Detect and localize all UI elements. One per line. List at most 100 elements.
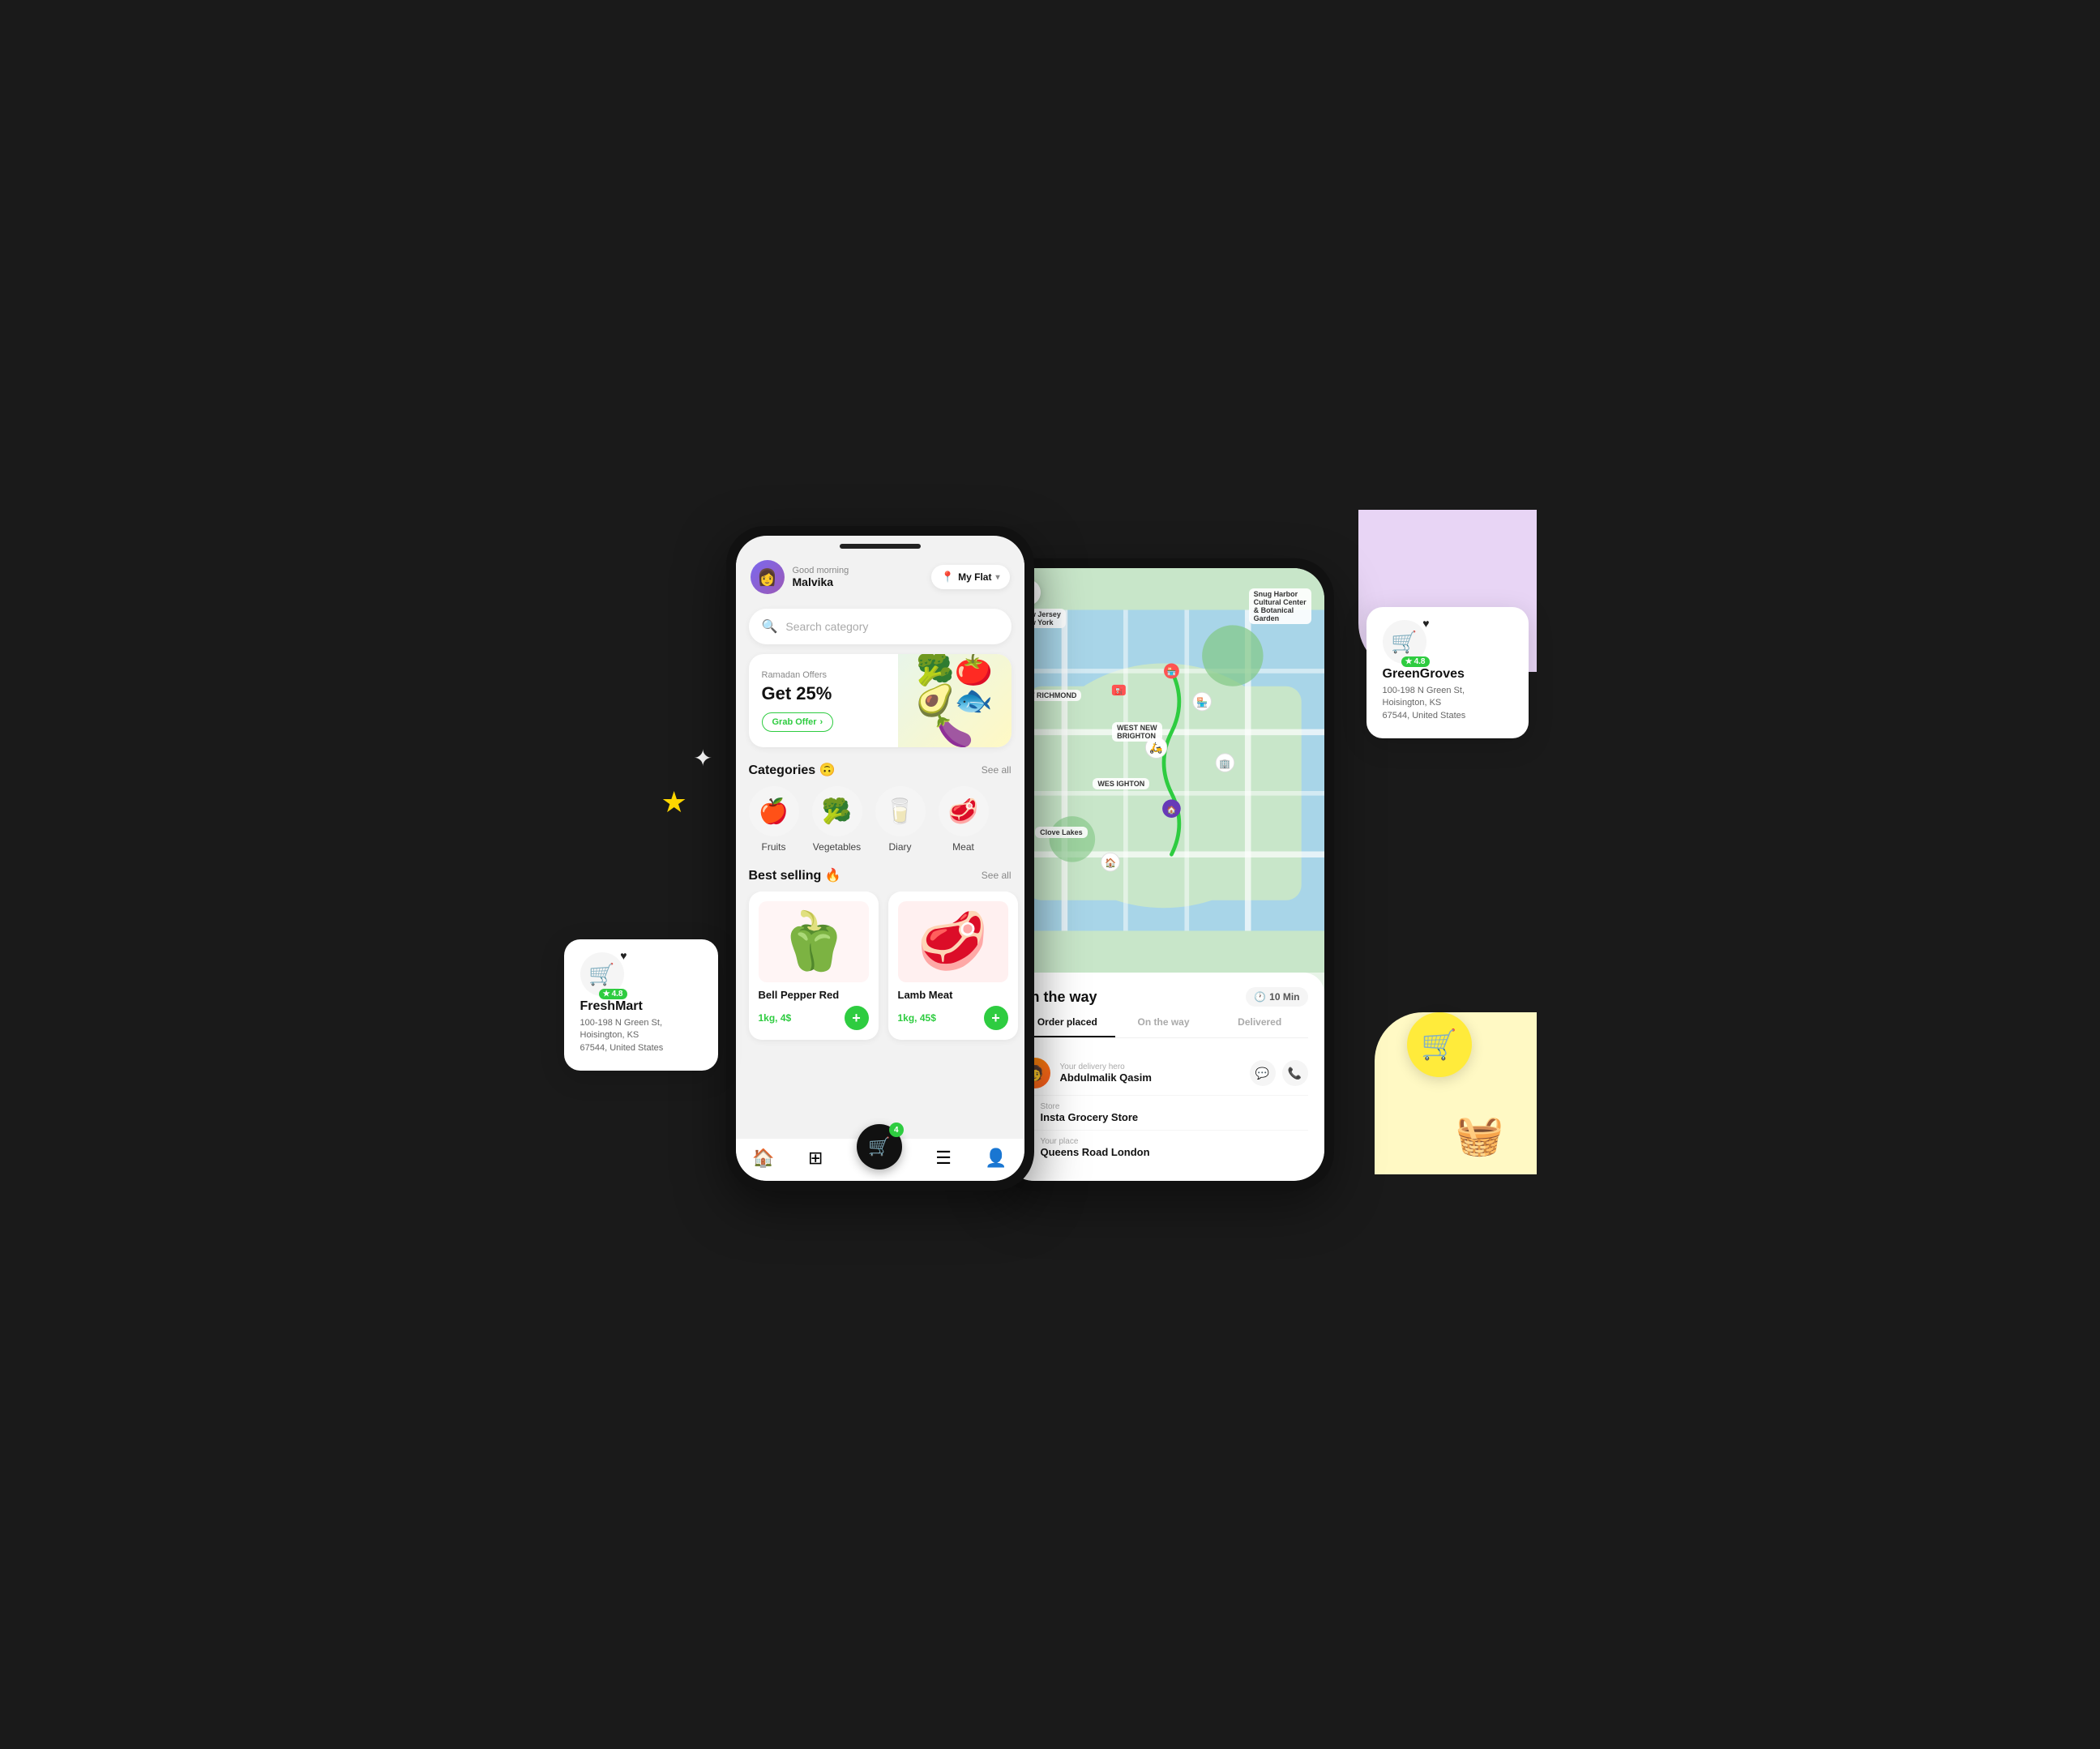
map-label-west-new-brighton: WEST NEWBRIGHTON [1112,722,1162,742]
map-svg: 🏪 🏠 🛵 🏪 🏢 🏠 ⛽ [1003,568,1324,973]
bell-pepper-footer: 1kg, 4$ + [759,1006,869,1030]
vegetables-label: Vegetables [813,841,861,853]
bell-pepper-name: Bell Pepper Red [759,989,869,1001]
best-selling-row: 🫑 Bell Pepper Red 1kg, 4$ + 🥩 Lamb Meat … [736,892,1024,1051]
diary-icon: 🥛 [885,798,915,826]
step-on-the-way[interactable]: On the way [1115,1016,1212,1037]
svg-text:🏪: 🏪 [1196,696,1208,708]
greengroves-basket-emoji: 🛒 [1391,630,1417,655]
bell-pepper-image: 🫑 [759,901,869,982]
diary-label: Diary [888,841,911,853]
location-pill[interactable]: 📍 My Flat ▾ [931,565,1010,589]
user-name: Malvika [793,575,849,588]
freshmart-rating-badge: ★ 4.8 [599,989,627,999]
freshmart-address: 100-198 N Green St,Hoisington, KS67544, … [580,1017,702,1054]
nav-profile-button[interactable]: 👤 [985,1148,1007,1169]
freshmart-basket-icon: 🛒 ♥ ★ 4.8 [580,952,624,996]
map-label-wes-ighton: WES IGHTON [1093,778,1149,789]
main-phone-inner: 👩 Good morning Malvika 📍 My Flat ▾ 🔍 Sea… [736,536,1024,1181]
greengroves-card: 🛒 ♥ ★ 4.8 GreenGroves 100-198 N Green St… [1366,607,1529,738]
category-fruits[interactable]: 🍎 Fruits [749,786,799,853]
greengroves-address: 100-198 N Green St,Hoisington, KS67544, … [1383,685,1512,722]
ontheway-panel: On the way 🕐 10 Min Order placed On the … [1003,973,1324,1181]
main-phone: 👩 Good morning Malvika 📍 My Flat ▾ 🔍 Sea… [726,526,1034,1191]
avatar: 👩 [751,560,785,594]
progress-steps: Order placed On the way Delivered [1020,1016,1308,1038]
header-left: 👩 Good morning Malvika [751,560,849,594]
store-row: Store Insta Grocery Store [1020,1095,1308,1130]
freshmart-heart-icon[interactable]: ♥ [620,949,627,962]
delivery-hero-info: Your delivery hero Abdulmalik Qasim [1060,1063,1240,1084]
map-label-clove-lakes: Clove Lakes [1035,827,1088,838]
scene: ✦ ★ 🛒 ♥ ★ 4.8 FreshMart 100-198 N Green … [564,510,1537,1239]
offer-headline: Get 25% [762,683,885,704]
categories-see-all[interactable]: See all [982,764,1012,776]
lamb-meat-add-button[interactable]: + [984,1006,1008,1030]
offer-text-block: Ramadan Offers Get 25% Grab Offer › [749,659,898,743]
svg-text:⛽: ⛽ [1114,686,1123,695]
call-button[interactable]: 📞 [1282,1060,1308,1086]
bell-pepper-add-button[interactable]: + [845,1006,869,1030]
search-icon: 🔍 [762,618,778,635]
svg-text:🏠: 🏠 [1104,857,1115,868]
category-meat[interactable]: 🥩 Meat [939,786,989,853]
ontheway-header: On the way 🕐 10 Min [1020,987,1308,1007]
best-selling-title: Best selling 🔥 [749,867,841,883]
floating-basket-icon: 🛒 [1407,1012,1472,1077]
nav-cart-button[interactable]: 🛒 4 [857,1124,902,1170]
svg-text:🏪: 🏪 [1166,667,1176,677]
search-bar[interactable]: 🔍 Search category [749,609,1012,644]
nav-home-button[interactable]: 🏠 [752,1148,774,1169]
basket-emoji: 🛒 [588,962,614,987]
nav-grid-button[interactable]: ⊞ [808,1148,823,1169]
your-place-name: Queens Road London [1041,1146,1308,1158]
meat-icon-wrap: 🥩 [939,786,989,836]
best-selling-see-all[interactable]: See all [982,870,1012,881]
chevron-down-icon: ▾ [995,573,999,582]
lamb-meat-image: 🥩 [898,901,1008,982]
grab-offer-button[interactable]: Grab Offer › [762,712,834,732]
category-vegetables[interactable]: 🥦 Vegetables [812,786,862,853]
greengroves-rating: 4.8 [1414,657,1426,666]
offer-banner: Ramadan Offers Get 25% Grab Offer › 🥦🍅🥑🐟… [749,654,1012,747]
product-lamb-meat: 🥩 Lamb Meat 1kg, 45$ + [888,892,1018,1040]
freshmart-rating: 4.8 [612,990,623,999]
store-name: Insta Grocery Store [1041,1111,1308,1123]
categories-row: 🍎 Fruits 🥦 Vegetables 🥛 Diary 🥩 Meat [736,786,1024,864]
search-input[interactable]: Search category [785,620,868,633]
greengroves-rating-badge: ★ 4.8 [1401,656,1430,667]
svg-text:🏠: 🏠 [1166,805,1176,815]
star-white-icon: ✦ [694,745,712,772]
fruits-icon-wrap: 🍎 [749,786,799,836]
map-phone-inner: 🏪 🏠 🛵 🏪 🏢 🏠 ⛽ [1003,568,1324,1181]
category-diary[interactable]: 🥛 Diary [875,786,926,853]
greengroves-heart-icon[interactable]: ♥ [1422,617,1429,630]
star-icon: ★ [603,990,610,999]
chat-button[interactable]: 💬 [1250,1060,1276,1086]
categories-header: Categories 🙃 See all [736,759,1024,786]
freshmart-card: 🛒 ♥ ★ 4.8 FreshMart 100-198 N Green St,H… [564,939,718,1071]
svg-text:🏢: 🏢 [1219,759,1230,769]
store-sub-label: Store [1041,1102,1308,1111]
map-phone: 🏪 🏠 🛵 🏪 🏢 🏠 ⛽ [994,558,1334,1191]
delivery-hero-row: 🧑 Your delivery hero Abdulmalik Qasim 💬 … [1020,1051,1308,1095]
meat-icon: 🥩 [948,798,978,826]
meat-label: Meat [952,841,974,853]
vegetables-icon-wrap: 🥦 [812,786,862,836]
store-info: Store Insta Grocery Store [1041,1102,1308,1123]
map-label-snug: Snug HarborCultural Center& BotanicalGar… [1249,588,1311,624]
grab-offer-arrow: › [820,717,823,727]
your-place-info: Your place Queens Road London [1041,1137,1308,1158]
floating-red-basket-icon: 🧺 [1456,1112,1504,1158]
best-selling-header: Best selling 🔥 See all [736,864,1024,892]
delivery-hero-sub-label: Your delivery hero [1060,1063,1240,1071]
freshmart-name: FreshMart [580,999,702,1014]
greengroves-star-icon: ★ [1405,657,1413,666]
lamb-meat-footer: 1kg, 45$ + [898,1006,1008,1030]
lamb-meat-name: Lamb Meat [898,989,1008,1001]
step-delivered[interactable]: Delivered [1212,1016,1308,1037]
map-area: 🏪 🏠 🛵 🏪 🏢 🏠 ⛽ [1003,568,1324,973]
nav-list-button[interactable]: ☰ [935,1148,952,1169]
star-gold-icon: ★ [661,785,687,819]
your-place-row: Your place Queens Road London [1020,1130,1308,1165]
